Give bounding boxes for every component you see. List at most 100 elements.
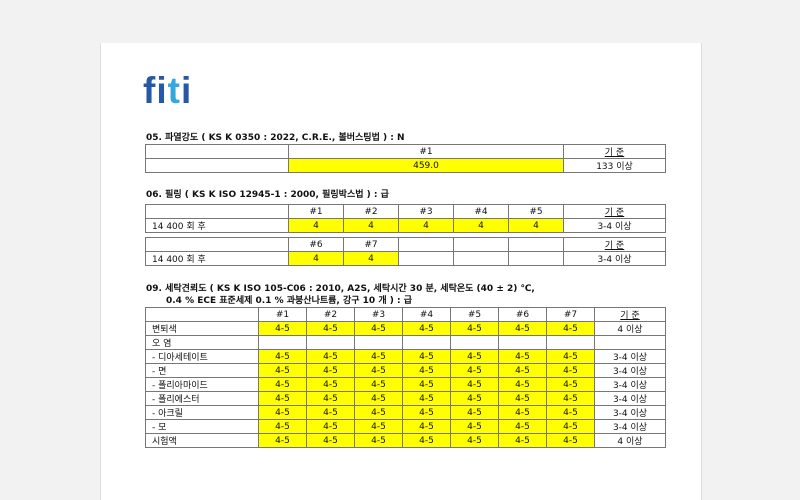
table-row: - 디아세테이트 4-5 4-5 4-5 4-5 4-5 4-5 4-5 3-4 이상 — [145, 349, 666, 364]
grade-cell: 4-5 — [258, 419, 307, 434]
table-row: 변퇴색 4-5 4-5 4-5 4-5 4-5 4-5 4-5 4 이상 — [145, 321, 666, 336]
std-header: 기 준 — [563, 144, 666, 159]
row-label: 변퇴색 — [145, 321, 259, 336]
pilling-table: #1 #2 #3 #4 #5 기 준 14 400 회 후 4 4 4 4 4 … — [145, 204, 666, 266]
grade-cell — [546, 335, 595, 350]
std-cell: 3-4 이상 — [594, 391, 666, 406]
col-header: #7 — [546, 307, 595, 322]
col-header: #1 — [288, 144, 564, 159]
row-label: - 폴리아마이드 — [145, 377, 259, 392]
grade-cell: 4-5 — [258, 377, 307, 392]
table-row: - 폴리아마이드 4-5 4-5 4-5 4-5 4-5 4-5 4-5 3-4 이상 — [145, 377, 666, 392]
grade-cell: 4-5 — [354, 349, 403, 364]
row-label: - 면 — [145, 363, 259, 378]
col-header: #1 — [258, 307, 307, 322]
col-header: #5 — [450, 307, 499, 322]
grade-cell: 4-5 — [306, 321, 355, 336]
grade-cell: 4-5 — [354, 377, 403, 392]
table-row: - 면 4-5 4-5 4-5 4-5 4-5 4-5 4-5 3-4 이상 — [145, 363, 666, 378]
std-cell: 3-4 이상 — [594, 405, 666, 420]
section-09-title-line2: 0.4 % ECE 표준세제 0.1 % 과붕산나트륨, 강구 10 개 ) :… — [166, 296, 412, 306]
grade-cell: 4-5 — [546, 363, 595, 378]
grade-cell: 4-5 — [306, 349, 355, 364]
grade-cell: 4 — [288, 218, 344, 233]
std-header: 기 준 — [563, 204, 666, 219]
grade-cell — [498, 335, 547, 350]
grade-cell: 4-5 — [498, 391, 547, 406]
wash-fastness-table: #1 #2 #3 #4 #5 #6 #7 기 준 변퇴색 4-5 4-5 4-5 4-5… — [145, 307, 666, 448]
grade-cell: 4-5 — [354, 363, 403, 378]
row-label: - 폴리에스터 — [145, 391, 259, 406]
table-row: 시험액 4-5 4-5 4-5 4-5 4-5 4-5 4-5 4 이상 — [145, 433, 666, 448]
grade-cell: 4-5 — [402, 349, 451, 364]
grade-cell: 4-5 — [258, 433, 307, 448]
grade-cell: 4-5 — [450, 363, 499, 378]
grade-cell: 4-5 — [306, 391, 355, 406]
std-header: 기 준 — [563, 237, 666, 252]
grade-cell: 4 — [343, 218, 399, 233]
grade-cell: 4-5 — [498, 377, 547, 392]
col-header: #6 — [498, 307, 547, 322]
grade-cell — [450, 335, 499, 350]
row-label: - 디아세테이트 — [145, 349, 259, 364]
grade-cell: 4-5 — [450, 433, 499, 448]
grade-cell: 4 — [508, 218, 564, 233]
grade-cell: 4-5 — [402, 419, 451, 434]
grade-cell: 4 — [398, 218, 454, 233]
grade-cell — [354, 335, 403, 350]
grade-cell: 4-5 — [546, 349, 595, 364]
grade-cell: 4-5 — [258, 321, 307, 336]
grade-cell: 4-5 — [546, 377, 595, 392]
grade-cell: 4-5 — [546, 419, 595, 434]
section-06-title: 06. 필링 ( KS K ISO 12945-1 : 2000, 필링박스법 … — [146, 190, 389, 200]
grade-cell: 4-5 — [354, 321, 403, 336]
grade-cell: 4-5 — [402, 405, 451, 420]
std-cell: 3-4 이상 — [594, 349, 666, 364]
grade-cell: 4-5 — [258, 349, 307, 364]
grade-cell: 4-5 — [450, 391, 499, 406]
grade-cell: 4-5 — [354, 405, 403, 420]
grade-cell: 4-5 — [402, 377, 451, 392]
row-label: 14 400 회 후 — [145, 251, 289, 266]
grade-cell: 4-5 — [258, 391, 307, 406]
col-header: #1 — [288, 204, 344, 219]
col-header: #3 — [354, 307, 403, 322]
std-cell: 4 이상 — [594, 321, 666, 336]
col-header: #2 — [343, 204, 399, 219]
grade-cell: 4-5 — [450, 349, 499, 364]
grade-cell: 4-5 — [354, 391, 403, 406]
grade-cell: 4-5 — [450, 377, 499, 392]
grade-cell: 4-5 — [402, 363, 451, 378]
row-label: 14 400 회 후 — [145, 218, 289, 233]
burst-std: 133 이상 — [563, 158, 666, 173]
grade-cell: 4-5 — [306, 405, 355, 420]
grade-cell: 4-5 — [258, 405, 307, 420]
grade-cell: 4-5 — [306, 433, 355, 448]
col-header: #3 — [398, 204, 454, 219]
grade-cell: 4 — [453, 218, 509, 233]
fiti-logo: fiti — [143, 70, 193, 111]
row-label: 시험액 — [145, 433, 259, 448]
grade-cell: 4-5 — [306, 363, 355, 378]
std-cell: 3-4 이상 — [563, 251, 666, 266]
grade-cell: 4-5 — [546, 405, 595, 420]
grade-cell: 4-5 — [498, 433, 547, 448]
std-cell: 3-4 이상 — [594, 363, 666, 378]
grade-cell: 4-5 — [498, 349, 547, 364]
section-05-title: 05. 파열강도 ( KS K 0350 : 2022, C.R.E., 볼버스… — [146, 133, 405, 143]
grade-cell: 4-5 — [498, 405, 547, 420]
grade-cell — [306, 335, 355, 350]
std-cell: 3-4 이상 — [594, 377, 666, 392]
col-header: #2 — [306, 307, 355, 322]
row-label: 오 염 — [145, 335, 259, 350]
grade-cell: 4-5 — [546, 391, 595, 406]
col-header: #4 — [453, 204, 509, 219]
col-header: #6 — [288, 237, 344, 252]
col-header: #7 — [343, 237, 399, 252]
grade-cell: 4-5 — [354, 419, 403, 434]
std-cell: 4 이상 — [594, 433, 666, 448]
grade-cell: 4 — [343, 251, 399, 266]
grade-cell: 4-5 — [306, 419, 355, 434]
table-row: - 폴리에스터 4-5 4-5 4-5 4-5 4-5 4-5 4-5 3-4 이상 — [145, 391, 666, 406]
grade-cell: 4-5 — [354, 433, 403, 448]
